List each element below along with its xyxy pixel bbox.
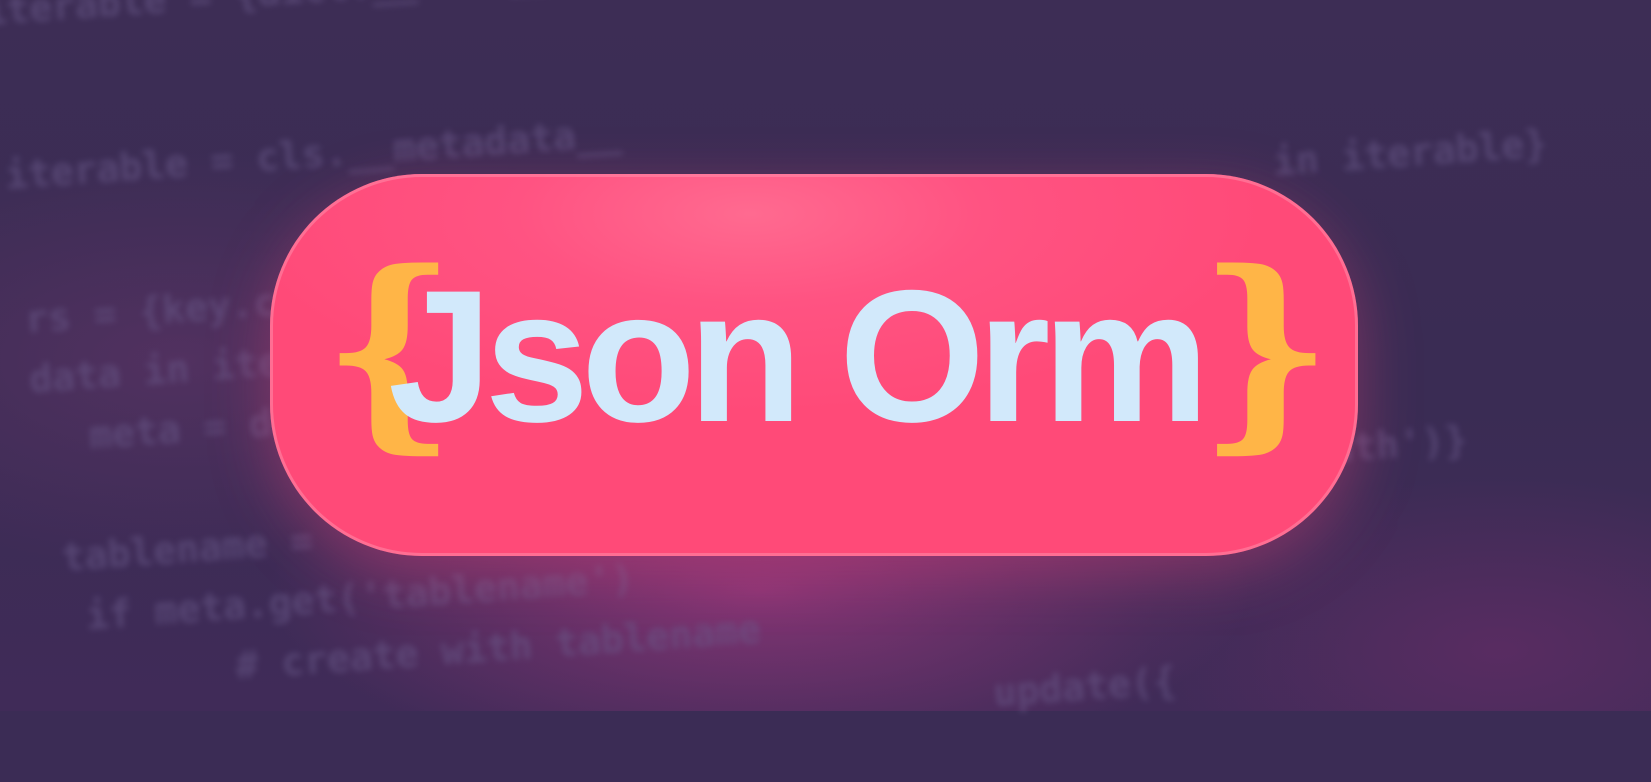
logo-title: Json Orm (388, 251, 1210, 461)
code-line: meta = de (42, 399, 297, 461)
code-line: data in ite (27, 340, 282, 402)
logo: { Json Orm } (270, 174, 1358, 556)
code-line: iterable = {dict.__dict__ for dict (0, 0, 761, 34)
close-brace: } (1198, 225, 1334, 472)
code-line: rs = {key.c (23, 280, 278, 342)
logo-badge: { Json Orm } (270, 174, 1358, 556)
